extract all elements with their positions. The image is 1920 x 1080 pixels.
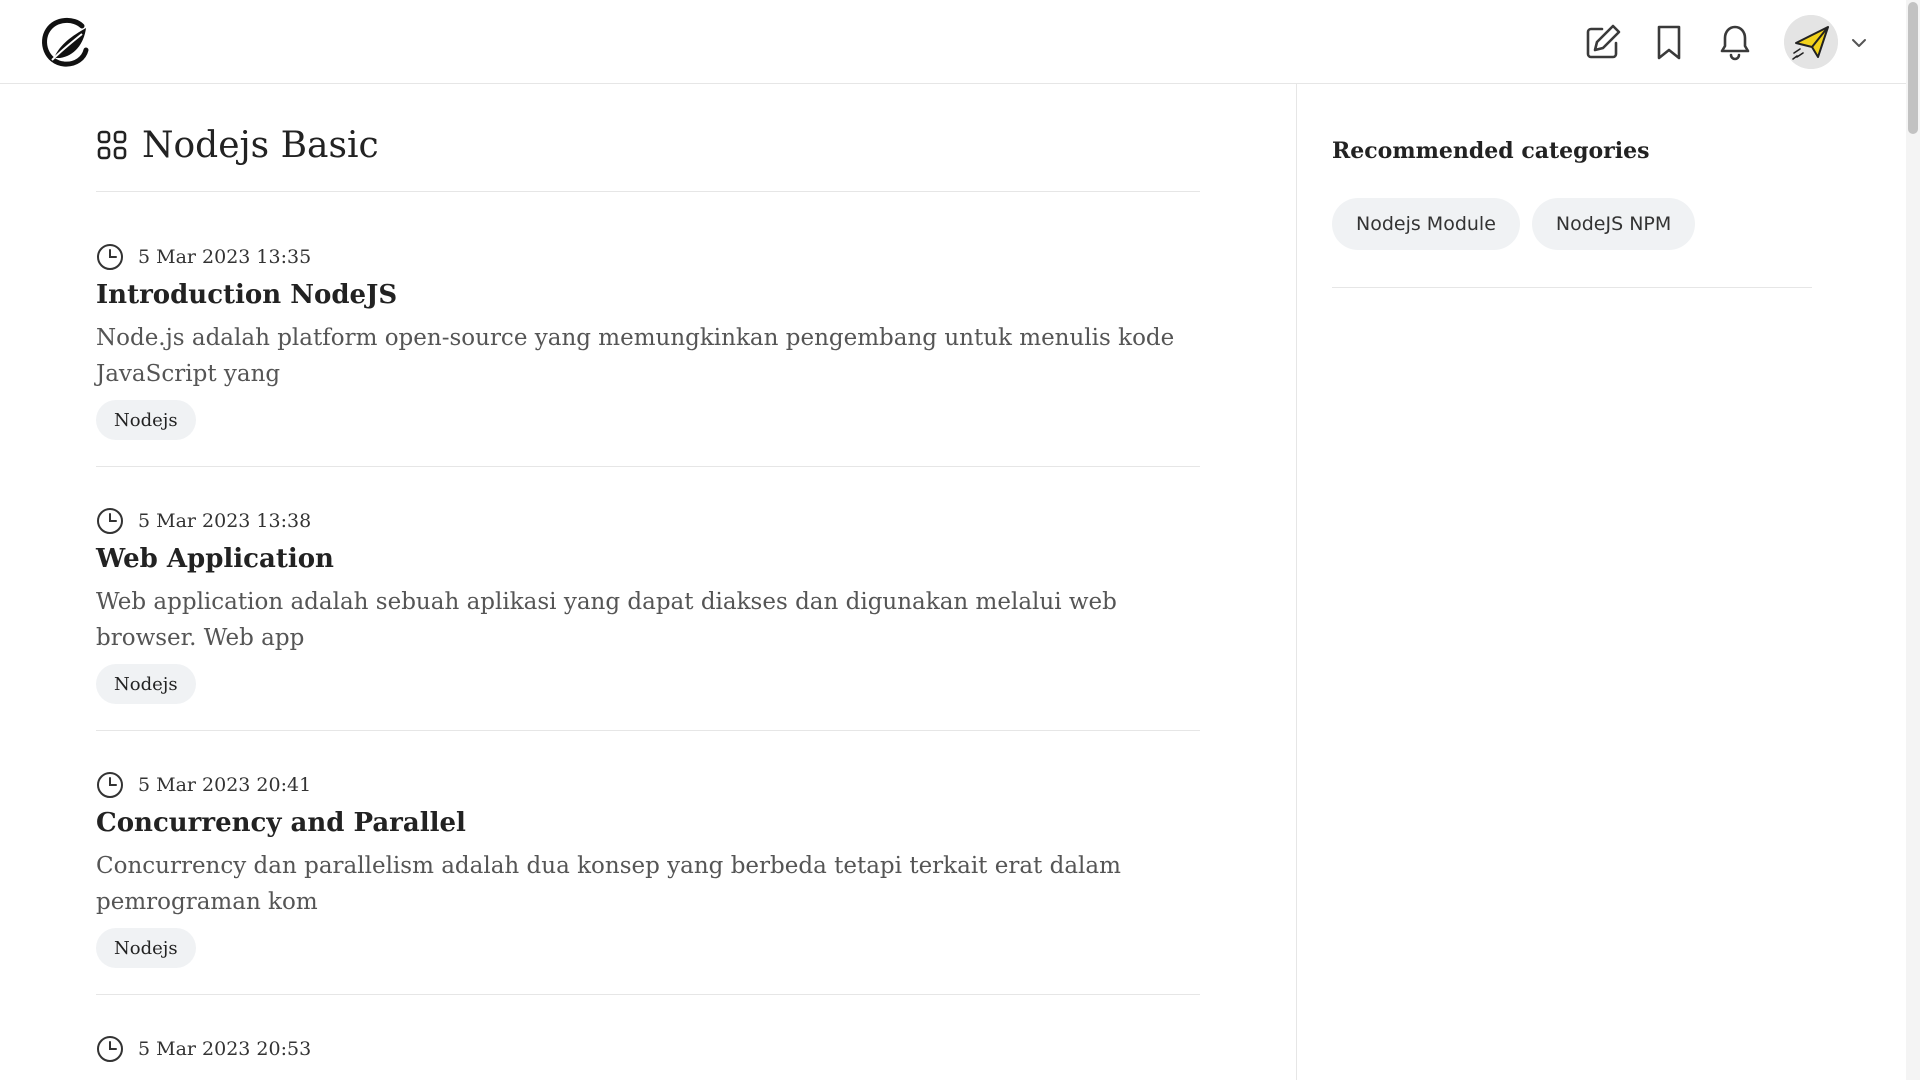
article-tag[interactable]: Nodejs bbox=[96, 664, 196, 704]
page-title: Nodejs Basic bbox=[142, 124, 379, 166]
article-excerpt: Node.js adalah platform open-source yang… bbox=[96, 325, 1175, 387]
article-date: 5 Mar 2023 20:41 bbox=[138, 774, 312, 796]
title-divider bbox=[96, 191, 1200, 192]
site-logo-icon[interactable] bbox=[38, 14, 94, 70]
article-tag[interactable]: Nodejs bbox=[96, 400, 196, 440]
scrollbar-track[interactable] bbox=[1906, 0, 1920, 1080]
clock-icon bbox=[96, 771, 124, 799]
article-title[interactable]: Concurrency and Parallel bbox=[96, 808, 466, 838]
category-chip-nodejs-npm[interactable]: NodeJS NPM bbox=[1531, 198, 1696, 250]
user-avatar[interactable] bbox=[1784, 15, 1838, 69]
article-meta: 5 Mar 2023 20:53 bbox=[96, 1034, 311, 1064]
article-title[interactable]: Introduction NodeJS bbox=[96, 280, 397, 310]
clock-icon bbox=[96, 1035, 124, 1063]
bell-icon[interactable] bbox=[1714, 21, 1756, 63]
article-meta: 5 Mar 2023 13:38 bbox=[96, 506, 311, 536]
sidebar-divider bbox=[1332, 287, 1812, 288]
scrollbar-thumb[interactable] bbox=[1908, 2, 1918, 134]
top-navigation-bar bbox=[0, 0, 1920, 84]
article-excerpt: Concurrency dan parallelism adalah dua k… bbox=[96, 853, 1121, 915]
main-content: Nodejs Basic 5 Mar 2023 13:35 Introducti… bbox=[96, 84, 1200, 1080]
article-date: 5 Mar 2023 20:53 bbox=[138, 1038, 312, 1060]
category-chips: Nodejs Module NodeJS NPM bbox=[1332, 198, 1707, 250]
column-divider bbox=[1296, 84, 1297, 1080]
article-date: 5 Mar 2023 13:35 bbox=[138, 246, 312, 268]
article-card: 5 Mar 2023 20:41 Concurrency and Paralle… bbox=[96, 770, 1200, 1034]
clock-icon bbox=[96, 243, 124, 271]
article-meta: 5 Mar 2023 20:41 bbox=[96, 770, 311, 800]
write-icon[interactable] bbox=[1582, 21, 1624, 63]
category-chip-nodejs-module[interactable]: Nodejs Module bbox=[1332, 198, 1520, 250]
article-meta: 5 Mar 2023 13:35 bbox=[96, 242, 311, 272]
article-divider bbox=[96, 994, 1200, 995]
article-card: 5 Mar 2023 20:53 bbox=[96, 1034, 1200, 1080]
article-card: 5 Mar 2023 13:35 Introduction NodeJS Nod… bbox=[96, 242, 1200, 506]
article-title[interactable]: Web Application bbox=[96, 544, 334, 574]
clock-icon bbox=[96, 507, 124, 535]
article-excerpt: Web application adalah sebuah aplikasi y… bbox=[96, 589, 1117, 651]
sidebar-title: Recommended categories bbox=[1332, 138, 1650, 164]
article-card: 5 Mar 2023 13:38 Web Application Web app… bbox=[96, 506, 1200, 770]
article-tag[interactable]: Nodejs bbox=[96, 928, 196, 968]
article-date: 5 Mar 2023 13:38 bbox=[138, 510, 312, 532]
chevron-down-icon[interactable] bbox=[1848, 32, 1870, 54]
bookmark-icon[interactable] bbox=[1648, 21, 1690, 63]
article-divider bbox=[96, 730, 1200, 731]
article-divider bbox=[96, 466, 1200, 467]
grid-icon bbox=[96, 129, 128, 161]
page-heading: Nodejs Basic bbox=[96, 120, 379, 170]
